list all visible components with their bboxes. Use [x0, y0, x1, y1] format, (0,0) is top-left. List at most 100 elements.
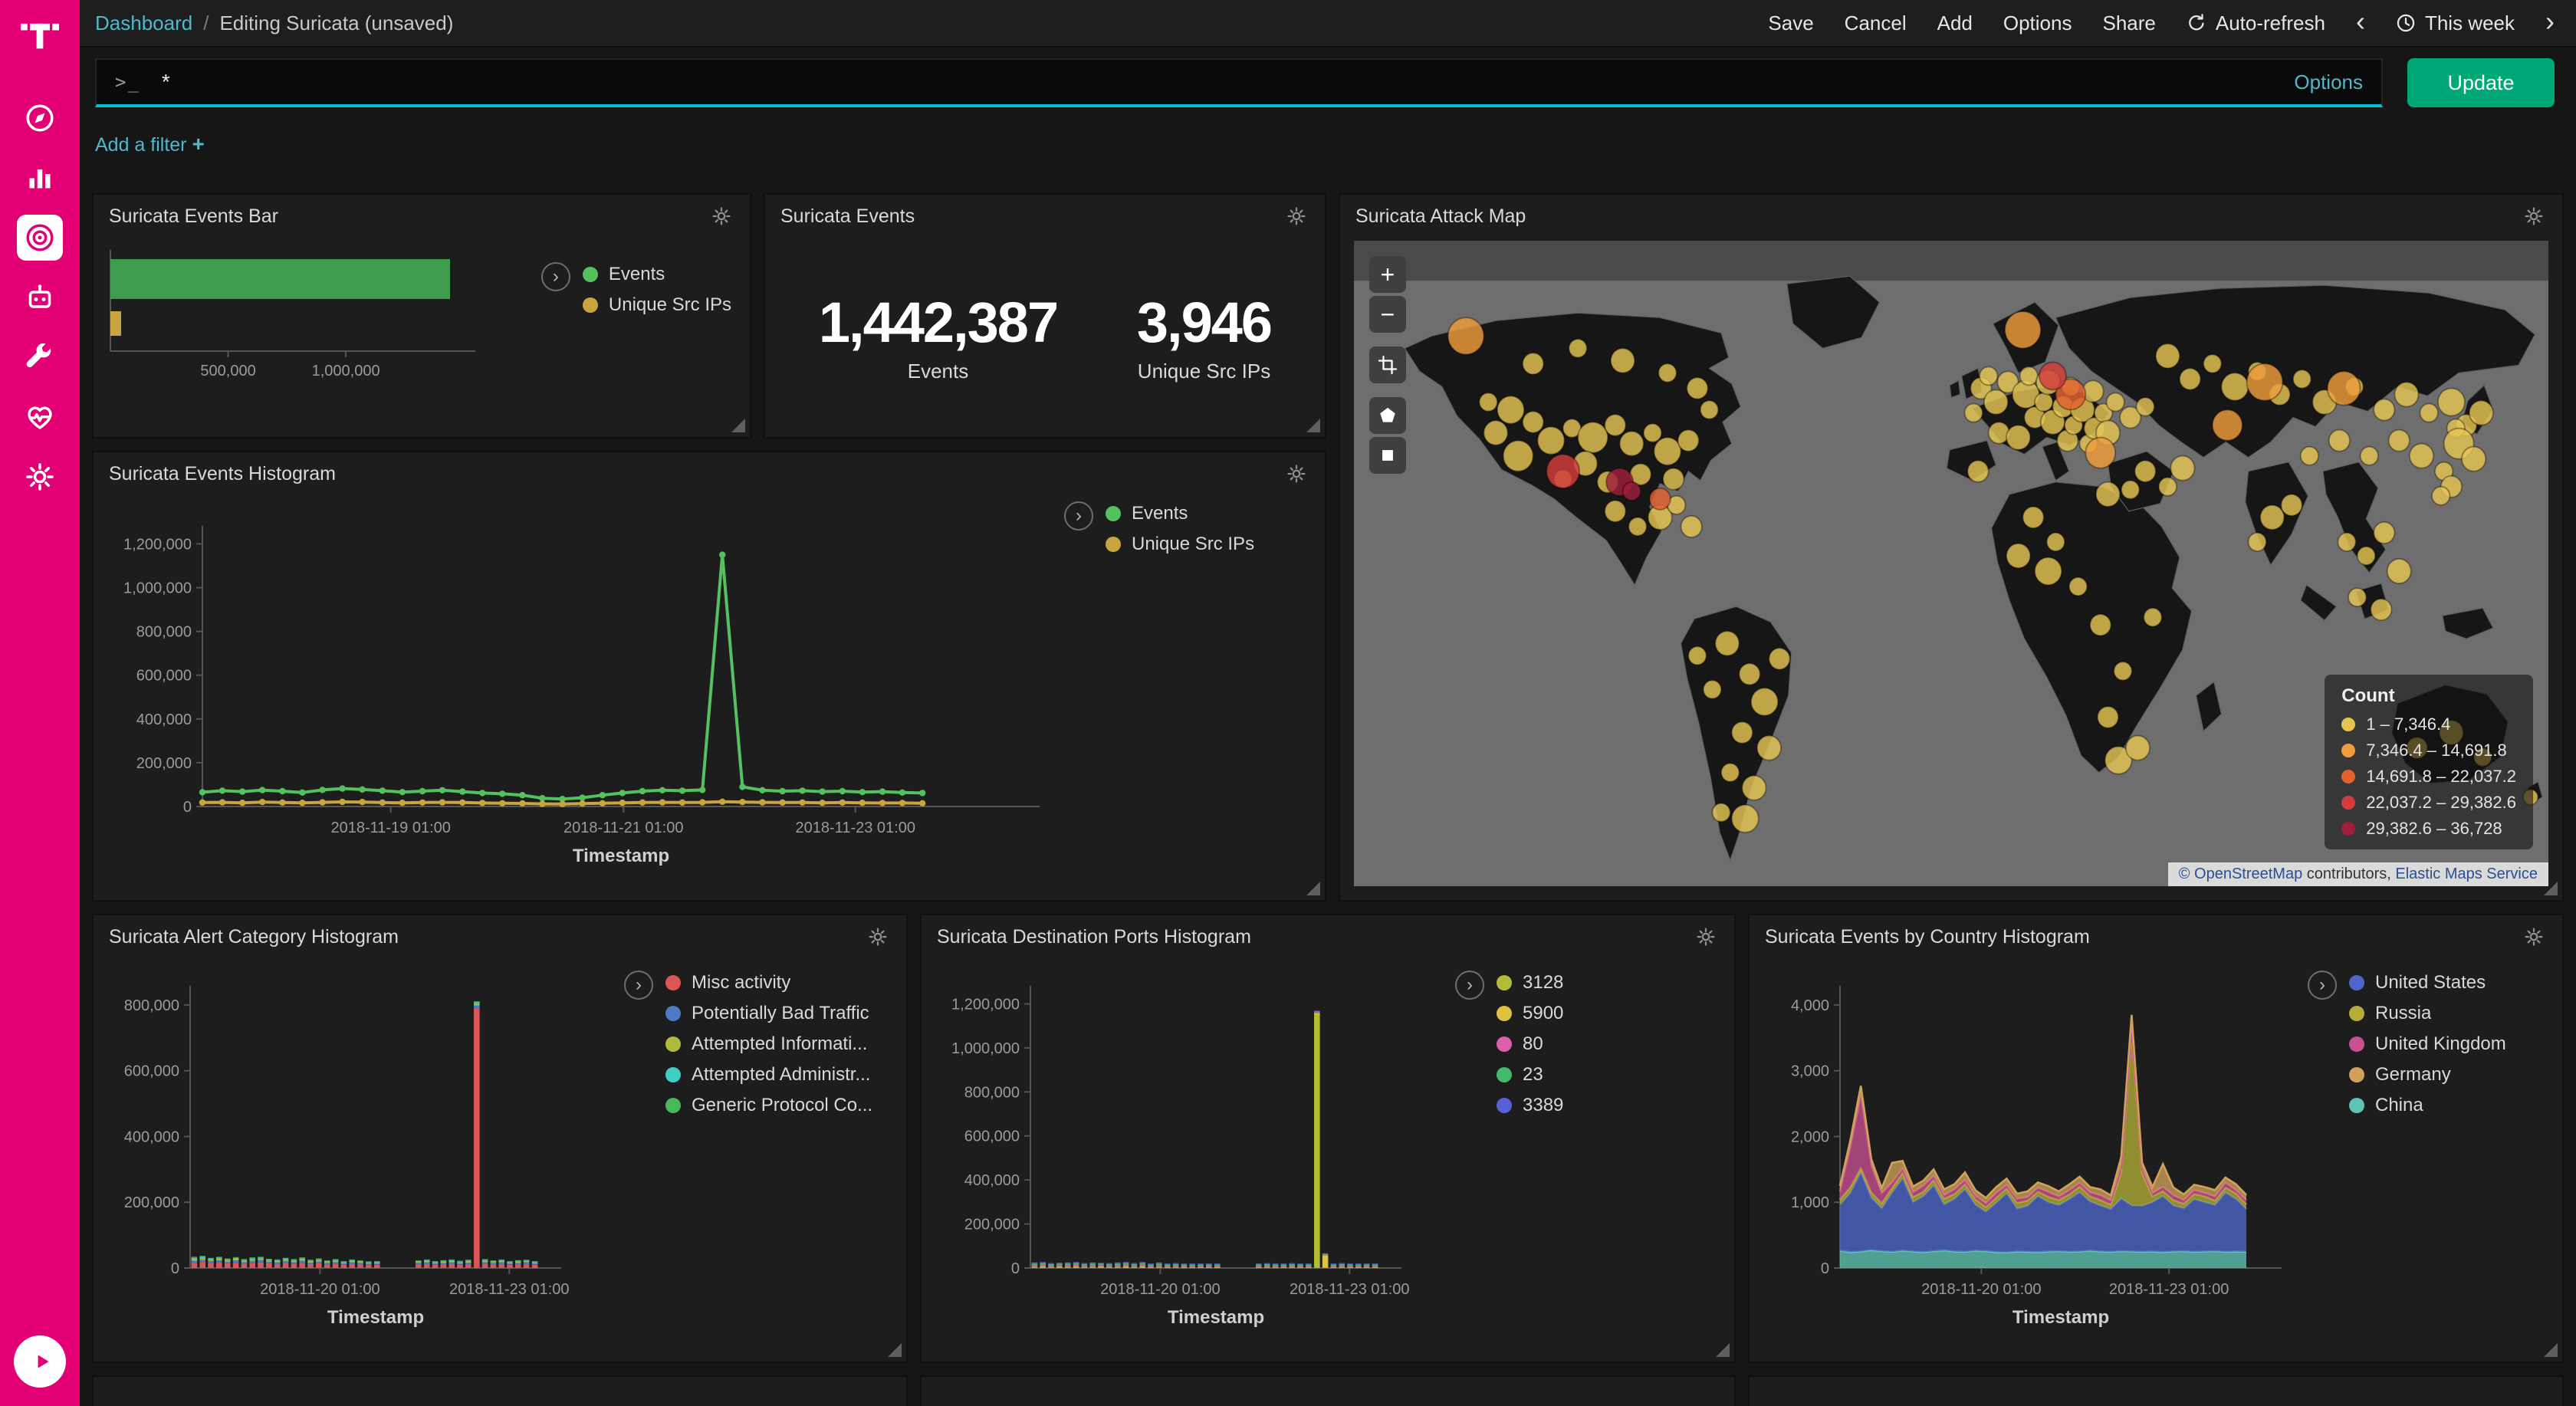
- gear-icon: [2524, 208, 2544, 231]
- map-fit-bounds-button[interactable]: [1369, 347, 1406, 383]
- legend-item[interactable]: Potentially Bad Traffic: [665, 1003, 872, 1024]
- map-rectangle-select-button[interactable]: [1369, 437, 1406, 474]
- svg-text:1,000: 1,000: [1791, 1194, 1829, 1211]
- cancel-button[interactable]: Cancel: [1845, 11, 1907, 35]
- legend-toggle[interactable]: ›: [624, 971, 653, 1000]
- openstreetmap-link[interactable]: © OpenStreetMap: [2179, 866, 2302, 882]
- legend-item[interactable]: 80: [1497, 1033, 1563, 1055]
- map-polygon-select-button[interactable]: [1369, 397, 1406, 434]
- gear-icon: [1286, 465, 1306, 488]
- metric-events: 1,442,387 Events: [819, 290, 1057, 383]
- legend-item[interactable]: 3389: [1497, 1095, 1563, 1116]
- legend-toggle[interactable]: ›: [2308, 971, 2337, 1000]
- sidebar-item-target[interactable]: [17, 215, 63, 261]
- svg-text:Timestamp: Timestamp: [2013, 1307, 2109, 1328]
- legend-color-dot: [2349, 1098, 2364, 1113]
- legend-item[interactable]: Events: [583, 264, 731, 285]
- sidebar-expand-button[interactable]: [14, 1335, 66, 1388]
- legend-color-dot: [665, 1067, 681, 1082]
- panel-options-button[interactable]: [1283, 203, 1309, 229]
- legend-item[interactable]: Misc activity: [665, 972, 872, 994]
- legend-item[interactable]: 5900: [1497, 1003, 1563, 1024]
- panel-options-button[interactable]: [2521, 924, 2547, 950]
- legend-item[interactable]: Unique Src IPs: [583, 294, 731, 316]
- sidebar: [0, 0, 80, 1406]
- legend-toggle[interactable]: ›: [1064, 501, 1093, 531]
- legend-item[interactable]: 3128: [1497, 972, 1563, 994]
- panel-resize-handle[interactable]: [731, 419, 745, 432]
- svg-text:0: 0: [1821, 1260, 1829, 1277]
- auto-refresh-button[interactable]: Auto-refresh: [2187, 11, 2325, 35]
- legend-item[interactable]: Russia: [2349, 1003, 2506, 1024]
- legend-item[interactable]: China: [2349, 1095, 2506, 1116]
- svg-text:2018-11-20 01:00: 2018-11-20 01:00: [1100, 1281, 1220, 1298]
- panel-options-button[interactable]: [1283, 461, 1309, 487]
- sidebar-item-gear[interactable]: [17, 454, 63, 500]
- panel-suricata-attack-map: Suricata Attack Map + −: [1339, 193, 2564, 902]
- share-button[interactable]: Share: [2102, 11, 2155, 35]
- svg-text:2018-11-20 01:00: 2018-11-20 01:00: [260, 1281, 380, 1298]
- sidebar-item-bars[interactable]: [17, 155, 63, 201]
- sidebar-item-robot[interactable]: [17, 274, 63, 320]
- sidebar-item-heartbeat[interactable]: [17, 394, 63, 440]
- panel-options-button[interactable]: [865, 924, 891, 950]
- svg-text:2018-11-20 01:00: 2018-11-20 01:00: [1921, 1281, 2041, 1298]
- legend-toggle[interactable]: ›: [1455, 971, 1484, 1000]
- plus-icon: +: [192, 132, 204, 156]
- legend-item[interactable]: United States: [2349, 972, 2506, 994]
- add-button[interactable]: Add: [1937, 11, 1973, 35]
- legend-item[interactable]: Events: [1106, 503, 1254, 524]
- options-button[interactable]: Options: [2003, 11, 2072, 35]
- console-prompt-icon: >_: [115, 71, 140, 93]
- legend-color-dot: [1106, 537, 1121, 552]
- panel-options-button[interactable]: [1693, 924, 1719, 950]
- legend-item[interactable]: Unique Src IPs: [1106, 534, 1254, 555]
- telekom-logo: [20, 15, 60, 61]
- sidebar-item-compass[interactable]: [17, 95, 63, 141]
- legend-item[interactable]: Attempted Administr...: [665, 1064, 872, 1086]
- panel-resize-handle[interactable]: [1306, 419, 1320, 432]
- panel-partial: [1748, 1375, 2564, 1406]
- attack-map-canvas[interactable]: + − Count 1 – 7,346.47,346.4 –: [1354, 241, 2548, 886]
- map-zoom-out-button[interactable]: −: [1369, 296, 1406, 333]
- breadcrumb-dashboard-link[interactable]: Dashboard: [95, 11, 192, 35]
- metric-visualization: 1,442,387 Events 3,946 Unique Src IPs: [767, 238, 1323, 435]
- legend-item[interactable]: Attempted Informati...: [665, 1033, 872, 1055]
- svg-text:1,000,000: 1,000,000: [312, 363, 380, 379]
- legend-color-dot: [665, 1098, 681, 1113]
- sidebar-item-wrench[interactable]: [17, 334, 63, 380]
- legend-color-dot: [2349, 975, 2364, 990]
- panel-options-button[interactable]: [2521, 203, 2547, 229]
- svg-text:600,000: 600,000: [964, 1128, 1020, 1145]
- legend-item[interactable]: Generic Protocol Co...: [665, 1095, 872, 1116]
- panel-resize-handle[interactable]: [888, 1343, 902, 1357]
- kibana-app: Dashboard / Editing Suricata (unsaved) S…: [0, 0, 2576, 1406]
- panel-options-button[interactable]: [708, 203, 734, 229]
- query-input[interactable]: >_ * Options: [95, 58, 2383, 107]
- gear-icon: [868, 928, 888, 951]
- svg-text:400,000: 400,000: [964, 1172, 1020, 1189]
- legend-item[interactable]: 23: [1497, 1064, 1563, 1086]
- elastic-maps-link[interactable]: Elastic Maps Service: [2395, 866, 2538, 882]
- panel-resize-handle[interactable]: [2544, 1343, 2558, 1357]
- legend-item[interactable]: United Kingdom: [2349, 1033, 2506, 1055]
- chart-legend: › Events Unique Src IPs: [1064, 501, 1313, 555]
- save-button[interactable]: Save: [1768, 11, 1813, 35]
- legend-color-dot: [583, 297, 598, 313]
- svg-text:800,000: 800,000: [964, 1084, 1020, 1101]
- time-picker-button[interactable]: This week: [2396, 11, 2515, 35]
- time-back-button[interactable]: ‹: [2356, 8, 2365, 35]
- legend-color-dot: [2349, 1067, 2364, 1082]
- time-forward-button[interactable]: ›: [2545, 8, 2555, 35]
- map-zoom-in-button[interactable]: +: [1369, 256, 1406, 293]
- target-icon: [25, 222, 55, 253]
- query-options-link[interactable]: Options: [2294, 71, 2363, 94]
- metric-label: Events: [819, 360, 1057, 383]
- add-filter-link[interactable]: Add a filter +: [95, 134, 205, 156]
- chart-legend: › Events Unique Src IPs: [541, 262, 731, 316]
- panel-resize-handle[interactable]: [1306, 882, 1320, 895]
- legend-item[interactable]: Germany: [2349, 1064, 2506, 1086]
- update-button[interactable]: Update: [2407, 58, 2555, 107]
- legend-toggle[interactable]: ›: [541, 262, 570, 291]
- panel-resize-handle[interactable]: [1716, 1343, 1730, 1357]
